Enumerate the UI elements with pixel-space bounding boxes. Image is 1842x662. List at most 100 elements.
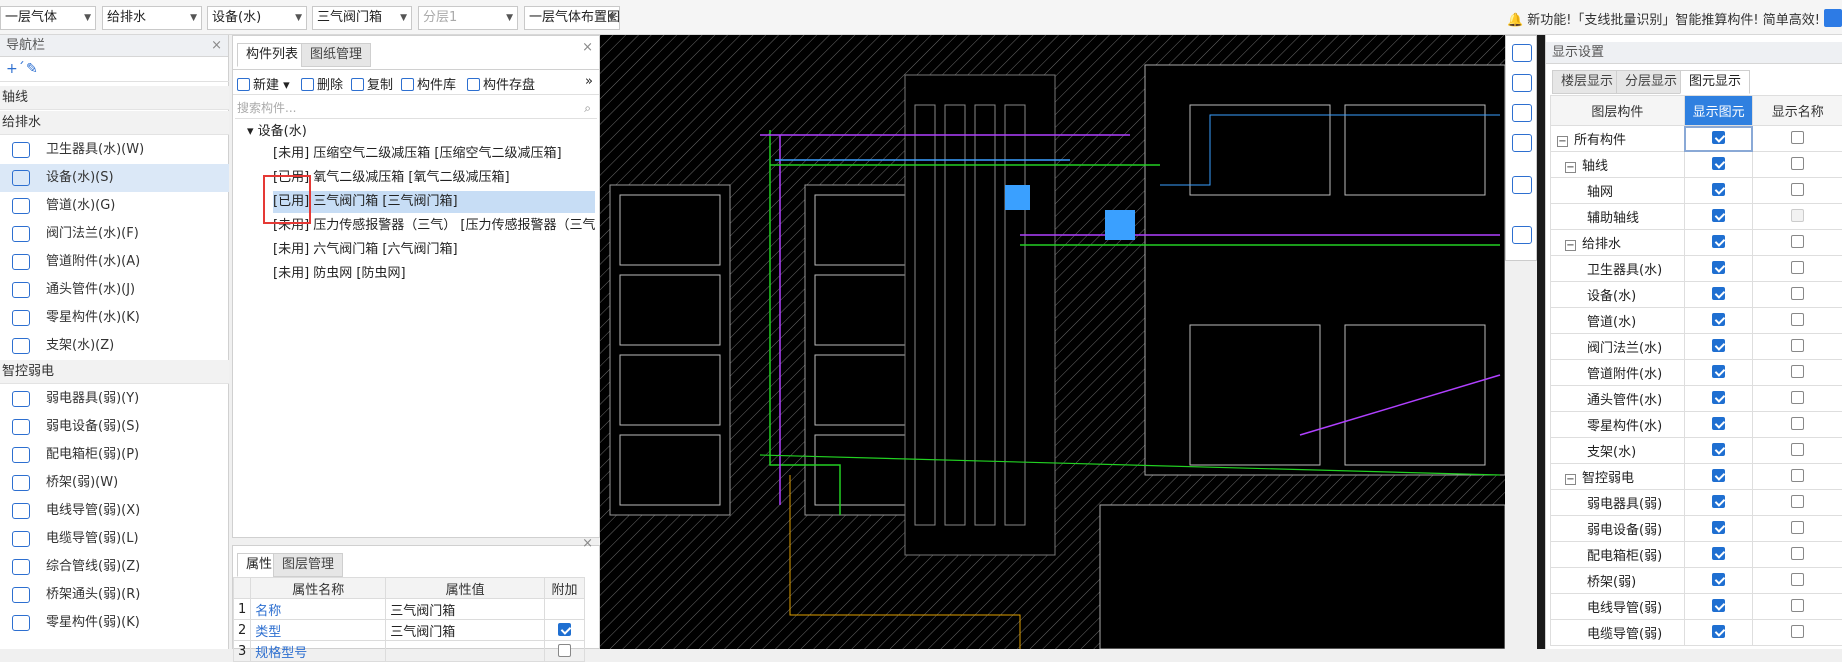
show-element-checkbox[interactable] xyxy=(1712,261,1725,274)
show-element-checkbox[interactable] xyxy=(1712,625,1725,638)
property-row[interactable]: 1名称三气阀门箱 xyxy=(234,599,585,620)
show-element-checkbox[interactable] xyxy=(1712,443,1725,456)
show-name-checkbox[interactable] xyxy=(1791,547,1804,560)
show-element-checkbox[interactable] xyxy=(1712,209,1725,222)
layer-dropdown[interactable]: 分层1▼ xyxy=(418,6,518,30)
show-name-checkbox[interactable] xyxy=(1791,209,1804,222)
show-element-checkbox[interactable] xyxy=(1712,131,1725,144)
nav-item[interactable]: 阀门法兰(水)(F) xyxy=(0,220,229,248)
new-feature-notice[interactable]: 🔔新功能!「支线批量识别」智能推算构件! 简单高效! xyxy=(1507,9,1820,28)
show-name-checkbox[interactable] xyxy=(1791,495,1804,508)
show-element-checkbox[interactable] xyxy=(1712,313,1725,326)
close-icon[interactable]: × xyxy=(211,35,222,57)
close-icon[interactable]: × xyxy=(582,536,593,551)
nav-item[interactable]: 弱电器具(弱)(Y) xyxy=(0,385,229,413)
property-value[interactable]: 三气阀门箱 xyxy=(386,620,545,641)
property-value[interactable]: 三气阀门箱 xyxy=(386,599,545,620)
nav-item[interactable]: 零星构件(水)(K) xyxy=(0,304,229,332)
component-save-button[interactable]: 构件存盘 xyxy=(467,74,535,93)
show-name-checkbox[interactable] xyxy=(1791,313,1804,326)
collapse-icon[interactable]: − xyxy=(1565,240,1576,251)
new-button[interactable]: 新建 ▾ xyxy=(237,74,290,93)
more-icon[interactable]: » xyxy=(585,74,593,89)
component-list-item[interactable]: [未用] 压缩空气二级减压箱 [压缩空气二级减压箱] xyxy=(273,143,595,165)
nav-item[interactable]: 桥架(弱)(W) xyxy=(0,469,229,497)
show-name-checkbox[interactable] xyxy=(1791,131,1804,144)
nav-item[interactable]: 配电箱柜(弱)(P) xyxy=(0,441,229,469)
show-name-checkbox[interactable] xyxy=(1791,287,1804,300)
cad-drawing-canvas[interactable] xyxy=(600,35,1505,649)
show-element-checkbox[interactable] xyxy=(1712,183,1725,196)
nav-item[interactable]: 支架(水)(Z) xyxy=(0,332,229,360)
nav-item[interactable]: 桥架通头(弱)(R) xyxy=(0,581,229,609)
show-element-checkbox[interactable] xyxy=(1712,391,1725,404)
property-value[interactable] xyxy=(386,641,545,662)
show-name-checkbox[interactable] xyxy=(1791,625,1804,638)
layer-view-icon[interactable] xyxy=(1512,134,1532,152)
component-search-input[interactable]: 搜索构件...⌕ xyxy=(235,97,597,119)
3d-view-icon[interactable] xyxy=(1512,74,1532,92)
component-list-item[interactable]: [未用] 六气阀门箱 [六气阀门箱] xyxy=(273,239,595,261)
show-name-checkbox[interactable] xyxy=(1791,183,1804,196)
show-name-checkbox[interactable] xyxy=(1791,235,1804,248)
show-element-checkbox[interactable] xyxy=(1712,417,1725,430)
nav-item[interactable]: 弱电设备(弱)(S) xyxy=(0,413,229,441)
show-element-checkbox[interactable] xyxy=(1712,469,1725,482)
show-name-checkbox[interactable] xyxy=(1791,443,1804,456)
show-element-checkbox[interactable] xyxy=(1712,547,1725,560)
component-list-item[interactable]: [已用] 三气阀门箱 [三气阀门箱] xyxy=(273,191,595,213)
tab-layer-management[interactable]: 图层管理 xyxy=(273,553,343,577)
show-element-checkbox[interactable] xyxy=(1712,495,1725,508)
nav-item[interactable]: 电缆导管(弱)(L) xyxy=(0,525,229,553)
show-element-checkbox[interactable] xyxy=(1712,157,1725,170)
nav-item[interactable]: 卫生器具(水)(W) xyxy=(0,136,229,164)
property-row[interactable]: 2类型三气阀门箱 xyxy=(234,620,585,641)
category-dropdown[interactable]: 设备(水)▼ xyxy=(207,6,307,30)
show-name-checkbox[interactable] xyxy=(1791,521,1804,534)
edit-icon[interactable]: ✎ xyxy=(26,61,38,77)
show-name-checkbox[interactable] xyxy=(1791,157,1804,170)
tab-element-display[interactable]: 图元显示 xyxy=(1680,70,1750,94)
app-logo-icon[interactable] xyxy=(1824,9,1842,27)
collapse-icon[interactable]: − xyxy=(1557,136,1568,147)
cube-icon[interactable] xyxy=(1512,104,1532,122)
nav-group[interactable]: 给排水 xyxy=(0,111,229,135)
rotate-icon[interactable] xyxy=(1512,176,1532,194)
extra-checkbox[interactable] xyxy=(558,623,571,636)
show-element-checkbox[interactable] xyxy=(1712,573,1725,586)
nav-item[interactable]: 设备(水)(S) xyxy=(0,164,229,192)
show-element-checkbox[interactable] xyxy=(1712,339,1725,352)
tab-drawing-management[interactable]: 图纸管理 xyxy=(301,43,371,67)
nav-item[interactable]: 管道附件(水)(A) xyxy=(0,248,229,276)
property-row[interactable]: 3规格型号 xyxy=(234,641,585,662)
extra-checkbox[interactable] xyxy=(558,644,571,657)
show-name-checkbox[interactable] xyxy=(1791,261,1804,274)
tab-floor-display[interactable]: 楼层显示 xyxy=(1552,70,1622,94)
tab-component-list[interactable]: 构件列表 xyxy=(237,43,307,67)
delete-button[interactable]: 删除 xyxy=(301,74,343,93)
copy-button[interactable]: 复制 xyxy=(351,74,393,93)
floor-dropdown[interactable]: 一层气体▼ xyxy=(0,6,96,30)
show-element-checkbox[interactable] xyxy=(1712,365,1725,378)
show-element-checkbox[interactable] xyxy=(1712,599,1725,612)
tree-root[interactable]: ▾ 设备(水) xyxy=(247,122,307,142)
show-name-checkbox[interactable] xyxy=(1791,573,1804,586)
tab-layer-display[interactable]: 分层显示 xyxy=(1616,70,1686,94)
nav-item[interactable]: 零星构件(弱)(K) xyxy=(0,609,229,637)
component-dropdown[interactable]: 三气阀门箱▼ xyxy=(312,6,412,30)
nav-group[interactable]: 轴线 xyxy=(0,86,229,110)
component-list-item[interactable]: [未用] 压力传感报警器（三气） [压力传感报警器（三气）] xyxy=(273,215,595,237)
nav-item[interactable]: 综合管线(弱)(Z) xyxy=(0,553,229,581)
canvas-scrollbar[interactable] xyxy=(1537,35,1545,649)
nav-item[interactable]: 电线导管(弱)(X) xyxy=(0,497,229,525)
show-element-checkbox[interactable] xyxy=(1712,521,1725,534)
close-icon[interactable]: × xyxy=(582,40,593,55)
orbit-icon[interactable] xyxy=(1512,44,1532,62)
show-name-checkbox[interactable] xyxy=(1791,469,1804,482)
add-icon[interactable]: +ˊ xyxy=(6,61,25,77)
component-list-item[interactable]: [未用] 防虫网 [防虫网] xyxy=(273,263,595,285)
discipline-dropdown[interactable]: 给排水▼ xyxy=(102,6,202,30)
show-element-checkbox[interactable] xyxy=(1712,287,1725,300)
collapse-icon[interactable]: − xyxy=(1565,162,1576,173)
show-name-checkbox[interactable] xyxy=(1791,339,1804,352)
